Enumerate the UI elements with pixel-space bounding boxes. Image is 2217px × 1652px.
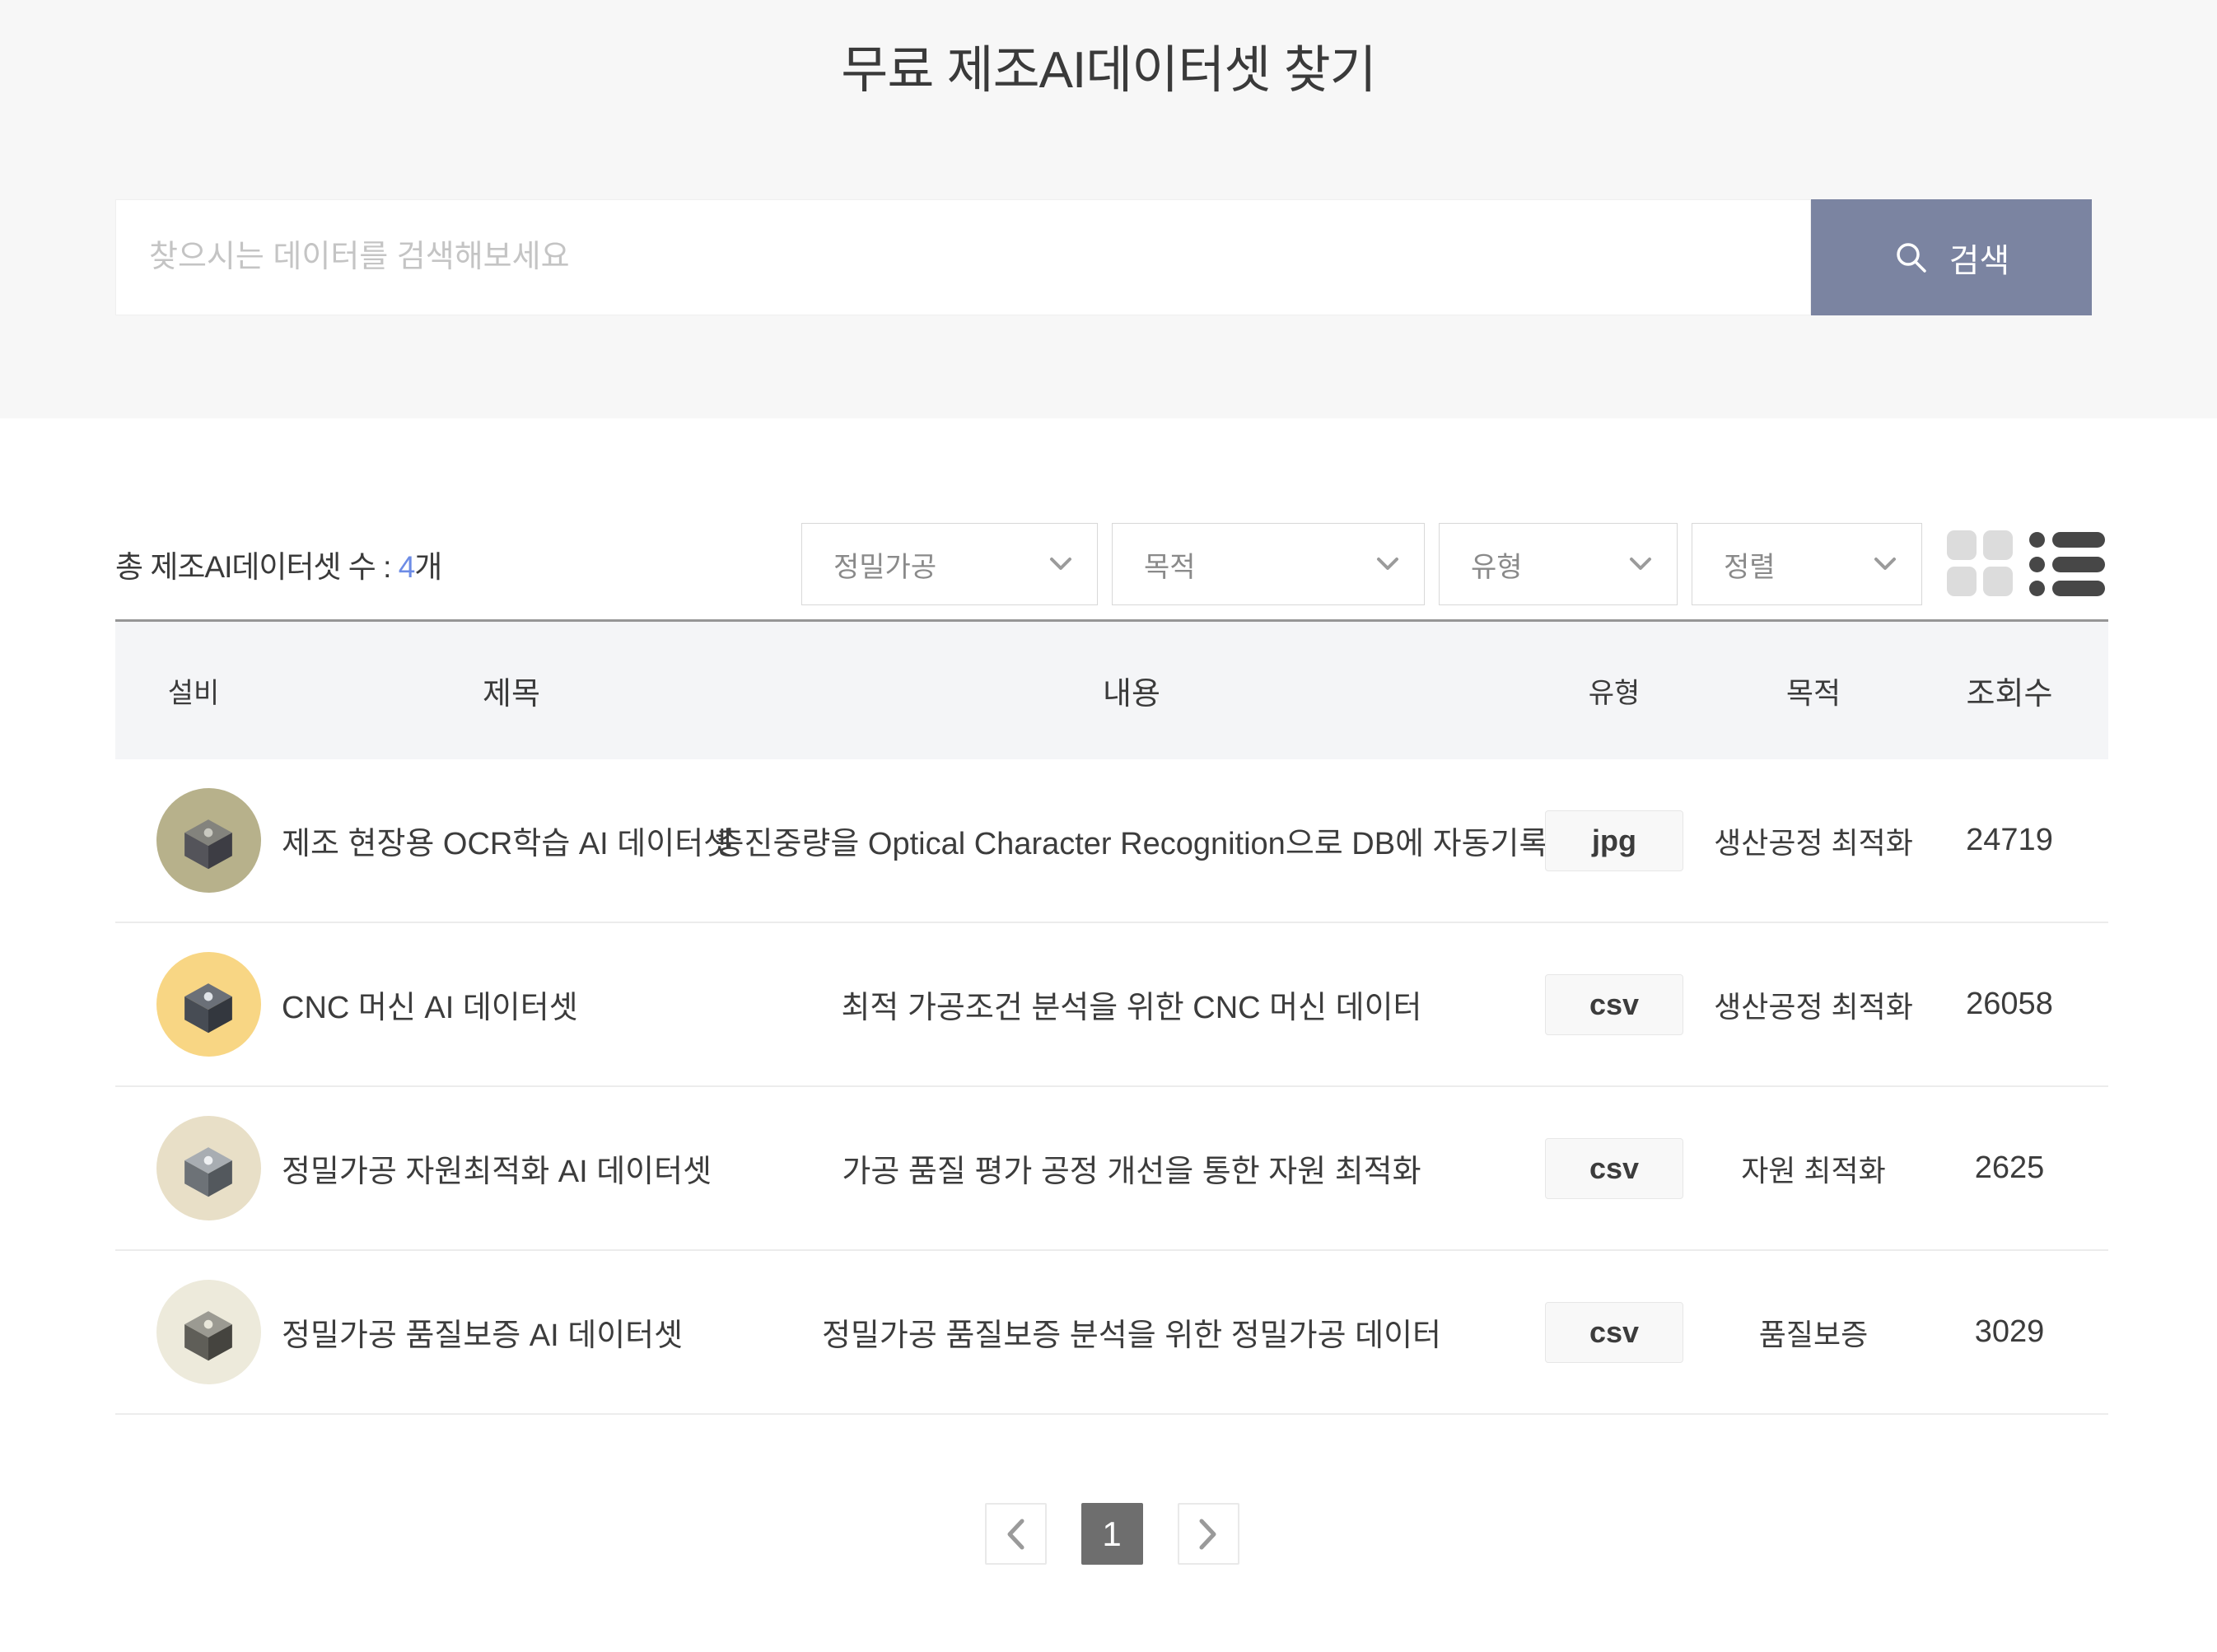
dropdown-sort-label: 정렬 (1724, 544, 1776, 585)
chevron-down-icon (1629, 557, 1652, 572)
total-count-suffix: 개 (414, 550, 441, 584)
file-type-badge: csv (1545, 1302, 1683, 1363)
search-bar: 검색 (115, 199, 2092, 315)
chevron-down-icon (1049, 557, 1072, 572)
dataset-description: 최적 가공조건 분석을 위한 CNC 머신 데이터 (751, 982, 1512, 1027)
hero-section: 무료 제조AI데이터셋 찾기 검색 (0, 0, 2217, 418)
list-view-icon[interactable] (2029, 530, 2108, 598)
dataset-purpose: 자원 최적화 (1716, 1147, 1911, 1190)
machine-icon (177, 973, 240, 1036)
dataset-title[interactable]: CNC 머신 AI 데이터셋 (272, 982, 751, 1027)
file-type-badge: csv (1545, 974, 1683, 1035)
pagination-next-button[interactable] (1178, 1503, 1239, 1565)
dataset-views: 26058 (1911, 987, 2108, 1022)
machine-icon (177, 810, 240, 872)
dataset-views: 3029 (1911, 1314, 2108, 1350)
dataset-description: 가공 품질 평가 공정 개선을 통한 자원 최적화 (751, 1146, 1512, 1191)
dataset-views: 2625 (1911, 1150, 2108, 1186)
dropdown-type-label: 유형 (1471, 544, 1523, 585)
chevron-right-icon (1197, 1518, 1219, 1551)
search-button[interactable]: 검색 (1811, 199, 2092, 315)
filter-row: 총 제조AI데이터셋 수 : 4개 정밀가공 목적 유형 정렬 (115, 523, 2108, 605)
chevron-down-icon (1376, 557, 1399, 572)
dataset-purpose: 생산공정 최적화 (1716, 819, 1911, 862)
header-equipment: 설비 (115, 670, 272, 711)
dataset-purpose: 생산공정 최적화 (1716, 983, 1911, 1026)
dataset-thumbnail (156, 788, 261, 893)
table-row[interactable]: 정밀가공 품질보증 AI 데이터셋 정밀가공 품질보증 분석을 위한 정밀가공 … (115, 1251, 2108, 1415)
dropdown-type[interactable]: 유형 (1439, 523, 1678, 605)
dataset-thumbnail (156, 1116, 261, 1220)
dropdown-purpose[interactable]: 목적 (1112, 523, 1425, 605)
pagination: 1 (115, 1503, 2108, 1565)
table-header-row: 설비 제목 내용 유형 목적 조회수 (115, 622, 2108, 759)
search-input[interactable] (115, 199, 1811, 315)
pagination-page-1[interactable]: 1 (1081, 1503, 1143, 1565)
header-purpose: 목적 (1716, 670, 1911, 712)
dataset-title[interactable]: 정밀가공 품질보증 AI 데이터셋 (272, 1309, 751, 1355)
header-views: 조회수 (1911, 668, 2108, 713)
header-title: 제목 (272, 668, 751, 713)
machine-icon (177, 1137, 240, 1200)
table-row[interactable]: 제조 현장용 OCR학습 AI 데이터셋 충진중량을 Optical Chara… (115, 759, 2108, 923)
file-type-badge: csv (1545, 1138, 1683, 1199)
dataset-thumbnail (156, 952, 261, 1057)
page-root: 무료 제조AI데이터셋 찾기 검색 총 제조AI데이터셋 수 : 4개 정밀가공 (0, 0, 2217, 1652)
search-icon (1893, 240, 1930, 276)
table-row[interactable]: 정밀가공 자원최적화 AI 데이터셋 가공 품질 평가 공정 개선을 통한 자원… (115, 1087, 2108, 1251)
dataset-description: 정밀가공 품질보증 분석을 위한 정밀가공 데이터 (751, 1309, 1512, 1355)
header-type: 유형 (1512, 670, 1716, 711)
total-count-label: 총 제조AI데이터셋 수 : 4개 (115, 542, 787, 586)
results-section: 총 제조AI데이터셋 수 : 4개 정밀가공 목적 유형 정렬 (115, 523, 2108, 1565)
chevron-down-icon (1874, 557, 1897, 572)
dataset-purpose: 품질보증 (1716, 1311, 1911, 1354)
view-toggle-group (1947, 530, 2108, 598)
dropdown-equipment[interactable]: 정밀가공 (801, 523, 1098, 605)
chevron-left-icon (1005, 1518, 1026, 1551)
pagination-prev-button[interactable] (985, 1503, 1047, 1565)
dataset-thumbnail (156, 1280, 261, 1384)
table-row[interactable]: CNC 머신 AI 데이터셋 최적 가공조건 분석을 위한 CNC 머신 데이터… (115, 923, 2108, 1087)
machine-icon (177, 1301, 240, 1364)
dropdown-purpose-label: 목적 (1144, 544, 1196, 585)
header-content: 내용 (751, 668, 1512, 713)
search-button-label: 검색 (1949, 234, 2010, 282)
file-type-badge: jpg (1545, 810, 1683, 871)
dataset-views: 24719 (1911, 823, 2108, 858)
dropdown-sort[interactable]: 정렬 (1692, 523, 1922, 605)
dataset-description: 충진중량을 Optical Character Recognition으로 DB… (751, 818, 1512, 863)
total-count-value: 4 (399, 550, 415, 584)
dataset-title[interactable]: 정밀가공 자원최적화 AI 데이터셋 (272, 1146, 751, 1191)
dataset-title[interactable]: 제조 현장용 OCR학습 AI 데이터셋 (272, 818, 751, 863)
page-title: 무료 제조AI데이터셋 찾기 (0, 41, 2217, 100)
total-count-prefix: 총 제조AI데이터셋 수 : (115, 550, 399, 584)
grid-view-icon[interactable] (1947, 530, 2014, 598)
dropdown-equipment-label: 정밀가공 (833, 544, 936, 585)
